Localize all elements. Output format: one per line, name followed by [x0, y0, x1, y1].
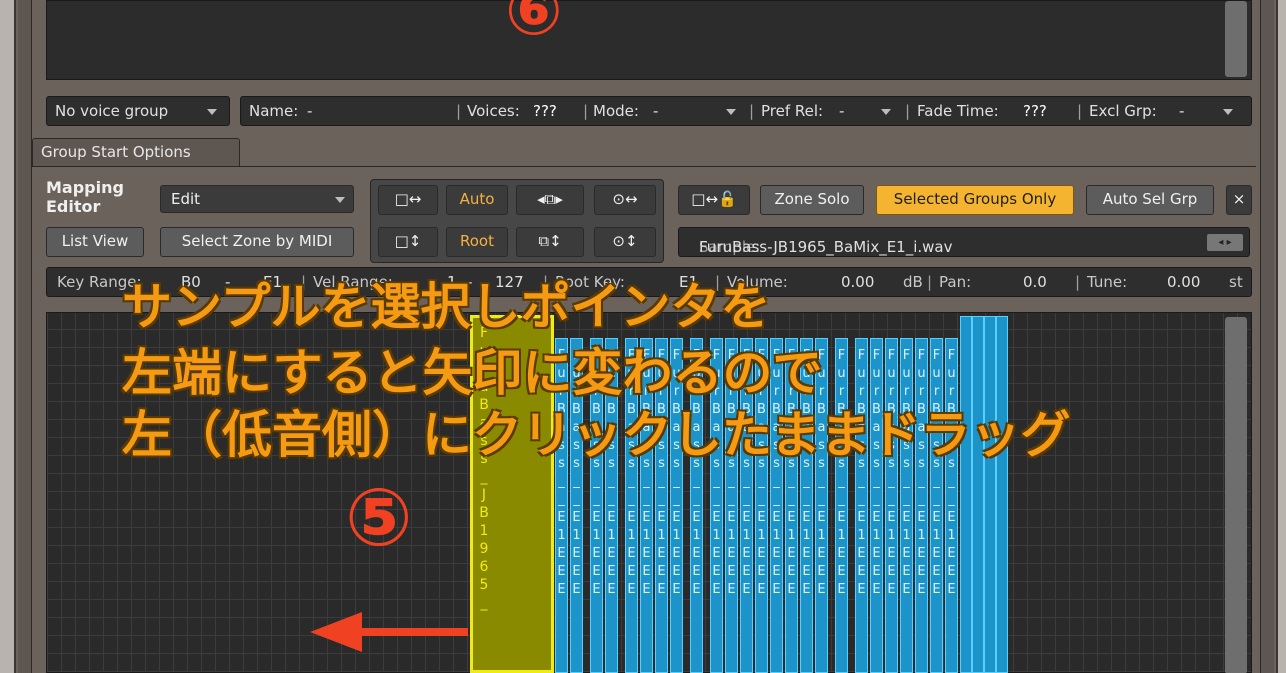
excl-grp-dropdown[interactable]: -: [1179, 102, 1184, 120]
pan-value[interactable]: 0.0: [1023, 273, 1047, 291]
chevron-down-icon: [335, 197, 345, 203]
voices-value[interactable]: ???: [533, 102, 557, 120]
close-icon[interactable]: ×: [1226, 185, 1252, 215]
annotation-line-2: 左端にすると矢印に変わるので: [122, 344, 823, 402]
separator: |: [583, 102, 589, 120]
tune-value[interactable]: 0.00: [1167, 273, 1200, 291]
group-info-bar: Name: - | Voices: ??? | Mode: - | Pref R…: [240, 96, 1252, 126]
separator: |: [905, 102, 911, 120]
volume-value[interactable]: 0.00: [841, 273, 874, 291]
horizontal-expand-button[interactable]: □↔: [378, 185, 438, 215]
sample-zone-label: Fu r Ba s s _ _ E 1 E E E: [902, 348, 911, 597]
sample-zone[interactable]: Fu r Ba s s _ _ E 1 E E E: [855, 338, 868, 673]
sample-zone[interactable]: [972, 316, 984, 673]
sample-zone[interactable]: Fu r Ba s s _ _ E 1 E E E: [870, 338, 883, 673]
voice-group-value: No voice group: [55, 102, 169, 120]
window-frame-inner-right: [1260, 0, 1274, 673]
link-vertical-button[interactable]: ⊙↕: [594, 227, 656, 257]
fade-time-label: Fade Time:: [917, 102, 999, 120]
sample-zone-label: Fu r Ba s s _ _ E 1 E E E: [932, 348, 941, 597]
sample-zone-label: Fu r Ba s s _ _ E 1 E E E: [947, 348, 956, 597]
excl-grp-label: Excl Grp:: [1089, 102, 1157, 120]
chevron-down-icon: [881, 109, 891, 115]
sample-zone[interactable]: Fu r Ba s s _ _ E 1 E E E: [885, 338, 898, 673]
sample-info-bar: Sample: FuruBass-JB1965_BaMix_E1_i.wav ◂…: [678, 227, 1250, 257]
separator: |: [1075, 273, 1081, 291]
vertical-expand-button[interactable]: □↕: [378, 227, 438, 257]
pref-rel-label: Pref Rel:: [761, 102, 824, 120]
sample-zone[interactable]: Fu r Ba s s _ _ E 1 E E E: [915, 338, 928, 673]
separator: |: [927, 273, 933, 291]
sample-nav-buttons[interactable]: ◂ ▸: [1207, 234, 1243, 251]
voices-label: Voices:: [467, 102, 520, 120]
separator: |: [749, 102, 755, 120]
pan-label: Pan:: [939, 273, 972, 291]
edit-dropdown[interactable]: Edit: [160, 185, 354, 213]
selected-groups-only-button[interactable]: Selected Groups Only: [876, 185, 1074, 215]
sample-zone[interactable]: [984, 316, 996, 673]
list-view-button[interactable]: List View: [46, 227, 144, 257]
chevron-down-icon: [207, 109, 217, 115]
top-panel: [46, 0, 1252, 80]
sample-zone-label: Fu r Ba s s _ _ E 1 E E E: [872, 348, 881, 597]
chevron-down-icon: [726, 109, 736, 115]
annotation-line-1: サンプルを選択しポインタを: [122, 278, 771, 336]
move-horizontal-button[interactable]: ◂⧉▸: [516, 185, 584, 215]
sample-zone-label: Fu r Ba s s _ _ E 1 E E E: [857, 348, 866, 597]
sample-zone[interactable]: [960, 316, 972, 673]
step-5-marker: ⑤: [345, 471, 413, 564]
pref-rel-dropdown[interactable]: -: [839, 102, 844, 120]
tab-label: Group Start Options: [41, 143, 191, 161]
sample-zone-label: Fu r Ba s s _ _ E 1 E E E: [837, 348, 846, 597]
sample-zone-label: Fu r Ba s s _ _ E 1 E E E: [887, 348, 896, 597]
name-field[interactable]: -: [307, 102, 312, 120]
mapping-grid-scrollbar[interactable]: [1225, 317, 1247, 673]
sample-zone[interactable]: Fu r Ba s s _ _ E 1 E E E: [835, 338, 848, 673]
sample-zone-label: Fu r Ba s s _ _ E 1 E E E: [917, 348, 926, 597]
sample-zone[interactable]: [996, 316, 1008, 673]
sample-zone[interactable]: Fu r Ba s s _ _ E 1 E E E: [945, 338, 958, 673]
volume-unit: dB: [903, 273, 923, 291]
mode-label: Mode:: [593, 102, 639, 120]
fade-time-value[interactable]: ???: [1023, 102, 1047, 120]
name-label: Name:: [249, 102, 299, 120]
separator: |: [1077, 102, 1083, 120]
top-panel-scrollbar[interactable]: [1225, 1, 1247, 77]
divider: [32, 166, 1256, 167]
voice-group-dropdown[interactable]: No voice group: [46, 96, 230, 126]
link-horizontal-button[interactable]: ⊙↔: [594, 185, 656, 215]
auto-button[interactable]: Auto: [446, 185, 508, 215]
separator: |: [456, 102, 462, 120]
tune-unit: st: [1229, 273, 1243, 291]
root-button[interactable]: Root: [446, 227, 508, 257]
sample-zone[interactable]: Fu r Ba s s _ _ E 1 E E E: [930, 338, 943, 673]
lock-button[interactable]: □↔🔓: [678, 185, 750, 215]
tune-label: Tune:: [1087, 273, 1128, 291]
chevron-down-icon: [1223, 109, 1233, 115]
step-6-marker: ⑥: [505, 0, 563, 51]
zone-solo-button[interactable]: Zone Solo: [760, 185, 864, 215]
mode-dropdown[interactable]: -: [653, 102, 658, 120]
arrow-left-icon: [310, 612, 468, 652]
window-frame-right: [1276, 0, 1286, 673]
tab-group-start-options[interactable]: Group Start Options: [32, 138, 240, 166]
auto-sel-grp-button[interactable]: Auto Sel Grp: [1086, 185, 1214, 215]
annotation-line-3: 左（低音側）にクリックしたままドラッグ: [122, 406, 1071, 464]
sample-filename: FuruBass-JB1965_BaMix_E1_i.wav: [699, 238, 953, 256]
select-zone-by-midi-button[interactable]: Select Zone by MIDI: [160, 227, 354, 257]
mapping-editor-title: Mapping Editor: [46, 178, 124, 216]
window-frame-inner-left: [18, 0, 32, 673]
sample-zone[interactable]: Fu r Ba s s _ _ E 1 E E E: [900, 338, 913, 673]
window-frame-left: [0, 0, 16, 673]
move-vertical-button[interactable]: ⧉↕: [516, 227, 584, 257]
